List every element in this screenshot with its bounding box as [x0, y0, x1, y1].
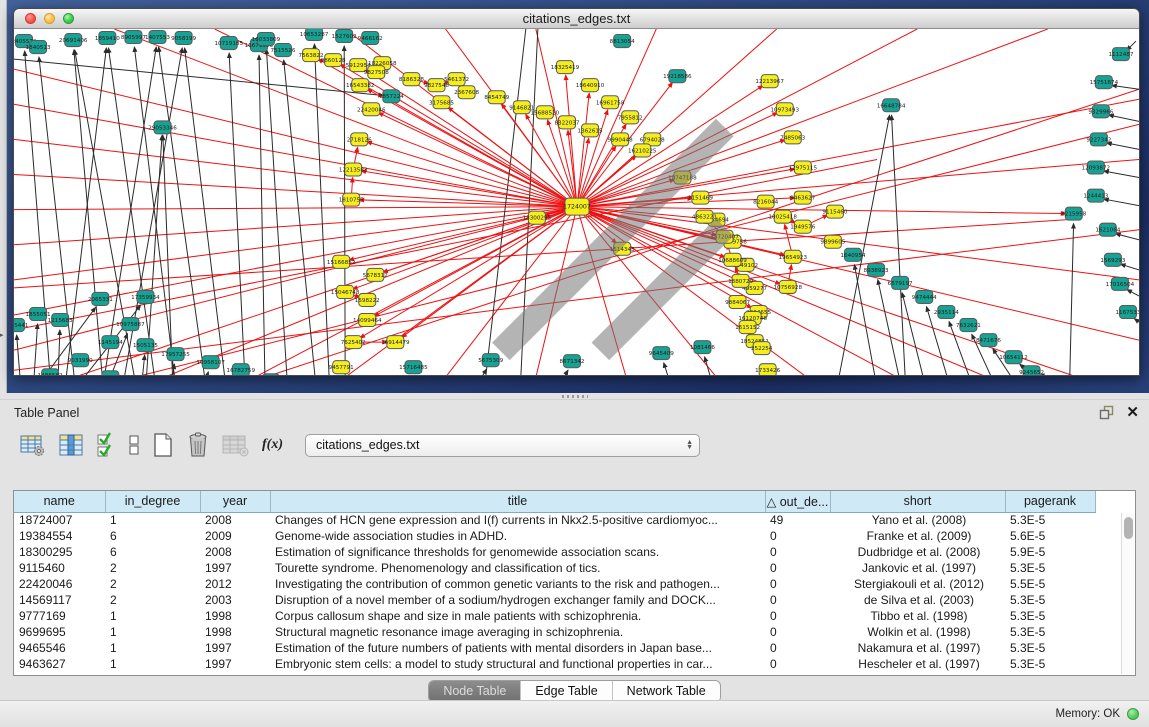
delete-table-button[interactable] — [222, 431, 250, 459]
delete-column-button[interactable] — [186, 431, 210, 459]
node-table[interactable]: namein_degreeyeartitle△ out_de...shortpa… — [13, 490, 1136, 676]
tab-node-table[interactable]: Node Table — [429, 681, 521, 702]
table-settings-button[interactable] — [20, 431, 46, 459]
function-builder-button[interactable]: f(x) — [262, 431, 283, 459]
tab-network-table[interactable]: Network Table — [613, 681, 720, 702]
network-view-window[interactable]: citations_edges.txt 24055721840513206914… — [13, 8, 1140, 376]
create-column-button[interactable] — [152, 431, 174, 459]
network-window-titlebar[interactable]: citations_edges.txt — [14, 9, 1139, 29]
table-panel: Table Panel ✕ — [0, 393, 1149, 700]
column-header-short[interactable]: short — [830, 491, 1005, 512]
network-window-title: citations_edges.txt — [523, 11, 631, 26]
table-row[interactable]: 946362711997Embryonic stem cells: a mode… — [14, 656, 1095, 672]
table-panel-title: Table Panel — [14, 406, 1099, 420]
table-select-dropdown[interactable]: citations_edges.txt ▲▼ — [305, 434, 700, 457]
graph-edge[interactable] — [1040, 375, 1056, 376]
table-row[interactable]: 946554611997Estimation of the future num… — [14, 640, 1095, 656]
network-canvas[interactable]: 2405572184051320691406185941089059971407… — [14, 29, 1139, 376]
table-row[interactable]: 969969511998Structural magnetic resonanc… — [14, 624, 1095, 640]
memory-status-label: Memory: OK — [1055, 708, 1120, 720]
table-row[interactable]: 977716911998Corpus callosum shape and si… — [14, 608, 1095, 624]
table-scrollbar-thumb[interactable] — [1124, 517, 1133, 539]
row-selection-button[interactable] — [128, 431, 140, 459]
column-header-pagerank[interactable]: pagerank — [1005, 491, 1095, 512]
table-row[interactable]: 1872400712008Changes of HCN gene express… — [14, 512, 1095, 528]
column-header-name[interactable]: name — [14, 491, 105, 512]
table-toolbar: f(x) citations_edges.txt ▲▼ — [0, 425, 1149, 465]
table-scrollbar[interactable] — [1121, 513, 1134, 674]
zoom-window-icon[interactable] — [63, 13, 74, 24]
minimize-window-icon[interactable] — [44, 13, 55, 24]
dropdown-arrows-icon: ▲▼ — [686, 440, 693, 450]
network-desktop: ▸ citations_edges.txt — [0, 0, 1149, 393]
memory-ok-icon — [1127, 708, 1139, 720]
table-select-value: citations_edges.txt — [316, 438, 686, 452]
column-header-title[interactable]: title — [270, 491, 765, 512]
window-resize-grip[interactable] — [13, 28, 1138, 376]
column-header-out_de[interactable]: △ out_de... — [765, 491, 830, 512]
graph-node-label: 2450612 — [98, 375, 123, 376]
table-row[interactable]: 1830029562008Estimation of significance … — [14, 544, 1095, 560]
tab-edge-table[interactable]: Edge Table — [521, 681, 612, 702]
close-panel-icon[interactable]: ✕ — [1126, 405, 1139, 420]
select-columns-button[interactable] — [96, 431, 116, 459]
column-header-in_degree[interactable]: in_degree — [105, 491, 200, 512]
side-gutter: ▸ — [0, 0, 7, 393]
float-panel-icon[interactable] — [1099, 405, 1114, 420]
table-row[interactable]: 2242004622012Investigating the contribut… — [14, 576, 1095, 592]
collapse-handle-icon[interactable]: ▸ — [0, 332, 4, 339]
table-row[interactable]: 1456911722003Disruption of a novel membe… — [14, 592, 1095, 608]
panel-splitter[interactable] — [0, 393, 1149, 400]
column-header-year[interactable]: year — [200, 491, 270, 512]
column-visibility-button[interactable] — [58, 431, 84, 459]
close-window-icon[interactable] — [25, 13, 36, 24]
status-bar: Memory: OK — [0, 700, 1149, 727]
table-row[interactable]: 1938455462009Genome-wide association stu… — [14, 528, 1095, 544]
table-row[interactable]: 911546021997Tourette syndrome. Phenomeno… — [14, 560, 1095, 576]
fx-icon: f(x) — [262, 437, 283, 453]
